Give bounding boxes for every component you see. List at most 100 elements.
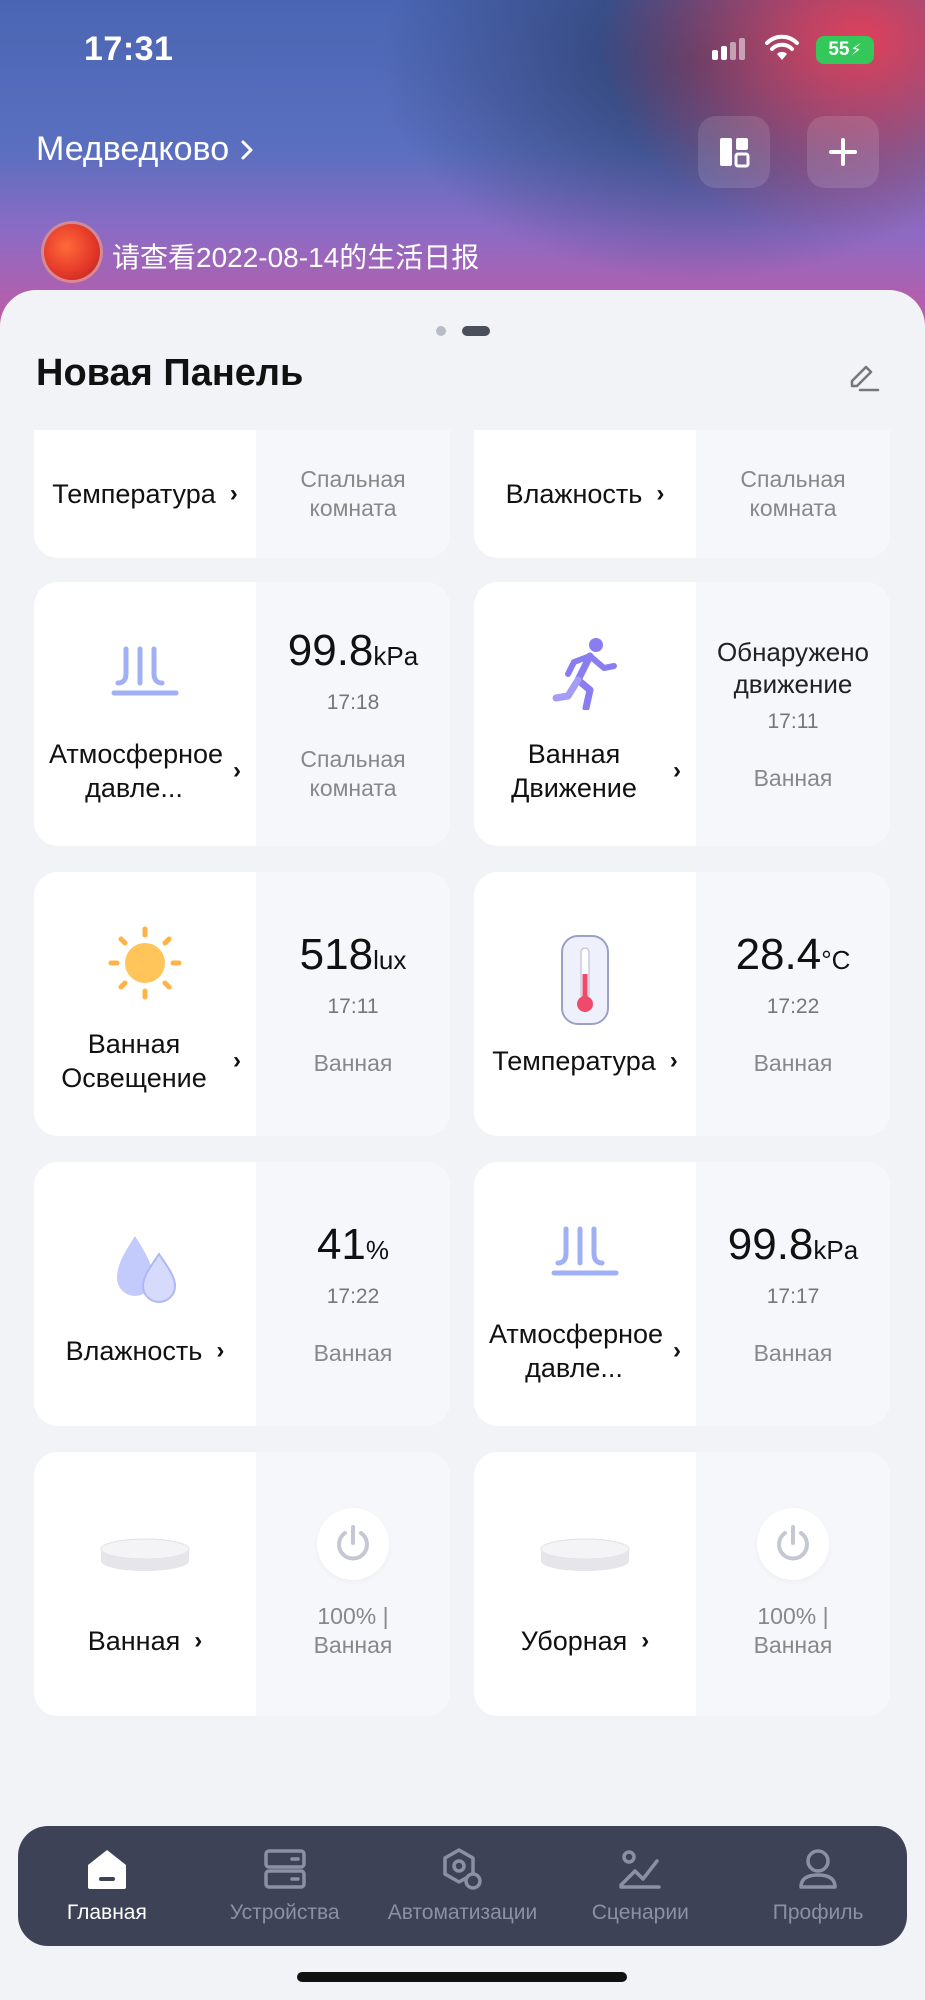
- motion-icon: [535, 623, 635, 723]
- daily-report-banner[interactable]: 请查看2022-08-14的生活日报: [0, 214, 925, 294]
- sensor-card-pressure-bedroom[interactable]: Атмосферное давле... › 99.8kPa 17:18 Спал…: [34, 582, 450, 846]
- device-name: Влажность: [65, 1336, 203, 1366]
- room-name: Спальная комната: [300, 745, 406, 801]
- device-name: Влажность: [505, 479, 643, 509]
- charging-icon: ⚡: [850, 42, 862, 59]
- tab-label: Устройства: [229, 1901, 340, 1924]
- sensor-value: 41%: [316, 1220, 390, 1269]
- tab-label: Главная: [66, 1901, 147, 1924]
- home-icon: [87, 1850, 126, 1889]
- page-dot-active[interactable]: [461, 326, 490, 336]
- sensor-value: 518lux: [299, 930, 407, 979]
- sensor-value: Обнаружено движение: [716, 636, 870, 699]
- chevron-right-icon: ›: [233, 757, 241, 784]
- tab-devices[interactable]: Устройства: [196, 1826, 374, 1946]
- report-logo-icon: [44, 224, 100, 280]
- panel-title: Новая Панель: [36, 352, 304, 394]
- room-name: Ванная: [753, 764, 833, 791]
- home-indicator[interactable]: [297, 1972, 627, 1982]
- location-name: Медведково: [36, 130, 230, 168]
- light-status: 100% | Ванная: [313, 1603, 393, 1658]
- page-dot[interactable]: [435, 326, 446, 336]
- tab-profile[interactable]: Профиль: [729, 1826, 907, 1946]
- room-name: Спальная комната: [300, 466, 406, 521]
- device-name: Уборная: [520, 1626, 628, 1656]
- layout-icon: [720, 138, 750, 168]
- status-time: 17:31: [84, 30, 174, 68]
- power-toggle-button[interactable]: [317, 1508, 389, 1580]
- add-button[interactable]: [807, 116, 879, 188]
- wifi-icon: [764, 32, 800, 67]
- pencil-icon: [850, 365, 880, 392]
- room-name: Ванная: [753, 1340, 833, 1366]
- device-name: Ванная Освещение: [61, 1029, 207, 1093]
- cellular-signal-icon: [712, 38, 745, 60]
- room-name: Спальная комната: [740, 466, 846, 521]
- sensor-card-illuminance-bathroom[interactable]: Ванная Освещение › 518lux 17:11 Ванная: [34, 872, 450, 1136]
- ceiling-light-icon: [535, 1510, 635, 1610]
- battery-level: 55: [828, 39, 850, 60]
- page-indicator: [0, 326, 925, 336]
- pressure-icon: [535, 1203, 635, 1303]
- sensor-card-pressure-bathroom[interactable]: Атмосферное давле... › 99.8kPa 17:17 Ванн…: [474, 1162, 890, 1426]
- humidity-icon: [95, 1220, 195, 1320]
- device-name: Ванная Движение: [511, 739, 637, 803]
- room-name: Ванная: [313, 1050, 393, 1076]
- chevron-right-icon: ›: [673, 1337, 681, 1364]
- sensor-card-humidity-bedroom[interactable]: Влажность › Спальная комната: [474, 430, 890, 558]
- sensor-card-humidity-bathroom[interactable]: Влажность › 41% 17:22 Ванная: [34, 1162, 450, 1426]
- chevron-right-icon: ›: [673, 757, 681, 784]
- device-name: Температура: [52, 479, 216, 509]
- chevron-right-icon: ›: [233, 1047, 241, 1074]
- power-icon: [777, 1525, 809, 1561]
- light-status: 100% | Ванная: [753, 1603, 833, 1658]
- power-icon: [337, 1525, 369, 1561]
- sensor-value: 99.8kPa: [727, 1220, 859, 1269]
- devices-icon: [263, 1849, 306, 1889]
- plus-icon: [829, 138, 857, 166]
- ceiling-light-icon: [95, 1510, 195, 1610]
- sensor-unit: kPa: [373, 640, 419, 671]
- update-time: 17:22: [326, 1285, 380, 1308]
- tab-automations[interactable]: Автоматизации: [374, 1826, 552, 1946]
- tab-home[interactable]: Главная: [18, 1826, 196, 1946]
- battery-indicator: 55 ⚡: [816, 36, 874, 64]
- light-card-toilet[interactable]: Уборная › 100% | Ванная: [474, 1452, 890, 1716]
- sun-icon: [95, 913, 195, 1013]
- device-name: Атмосферное давле...: [49, 739, 224, 803]
- chevron-right-icon: ›: [656, 480, 665, 507]
- sensor-card-motion-bathroom[interactable]: Ванная Движение › Обнаружено движение 17:…: [474, 582, 890, 846]
- light-card-bathroom[interactable]: Ванная › 100% | Ванная: [34, 1452, 450, 1716]
- sensor-unit: °C: [821, 945, 851, 975]
- chevron-right-icon: ›: [669, 1047, 678, 1074]
- room-name: Ванная: [753, 1050, 833, 1076]
- layout-toggle-button[interactable]: [698, 116, 770, 188]
- profile-icon: [799, 1849, 837, 1889]
- sensor-card-temperature-bedroom[interactable]: Температура › Спальная комната: [34, 430, 450, 558]
- tab-label: Сценарии: [591, 1901, 689, 1924]
- tab-scenes[interactable]: Сценарии: [551, 1826, 729, 1946]
- update-time: 17:17: [766, 1285, 820, 1308]
- device-name: Температура: [492, 1046, 656, 1076]
- sensor-unit: kPa: [813, 1235, 859, 1265]
- scenes-icon: [619, 1850, 662, 1889]
- chevron-right-icon: [241, 140, 253, 159]
- device-name: Атмосферное давле...: [489, 1319, 664, 1383]
- bottom-tab-bar: Главная Устройства Автоматизации Сценари…: [18, 1826, 907, 1946]
- tab-label: Автоматизации: [387, 1901, 538, 1924]
- edit-panel-button[interactable]: [846, 360, 880, 399]
- chevron-right-icon: ›: [194, 1627, 203, 1654]
- sensor-card-temperature-bathroom[interactable]: Температура › 28.4°C 17:22 Ванная: [474, 872, 890, 1136]
- tab-label: Профиль: [772, 1901, 864, 1924]
- thermometer-icon: [535, 930, 635, 1030]
- chevron-right-icon: ›: [641, 1627, 650, 1654]
- update-time: 17:18: [326, 690, 380, 714]
- home-location-selector[interactable]: Медведково: [36, 130, 255, 169]
- device-name: Ванная: [87, 1626, 181, 1656]
- automation-icon: [443, 1848, 483, 1890]
- power-toggle-button[interactable]: [757, 1508, 829, 1580]
- status-bar: 17:31 55 ⚡: [0, 0, 925, 100]
- room-name: Ванная: [313, 1340, 393, 1366]
- sensor-value: 28.4°C: [735, 930, 851, 979]
- sensor-value: 99.8kPa: [287, 625, 419, 675]
